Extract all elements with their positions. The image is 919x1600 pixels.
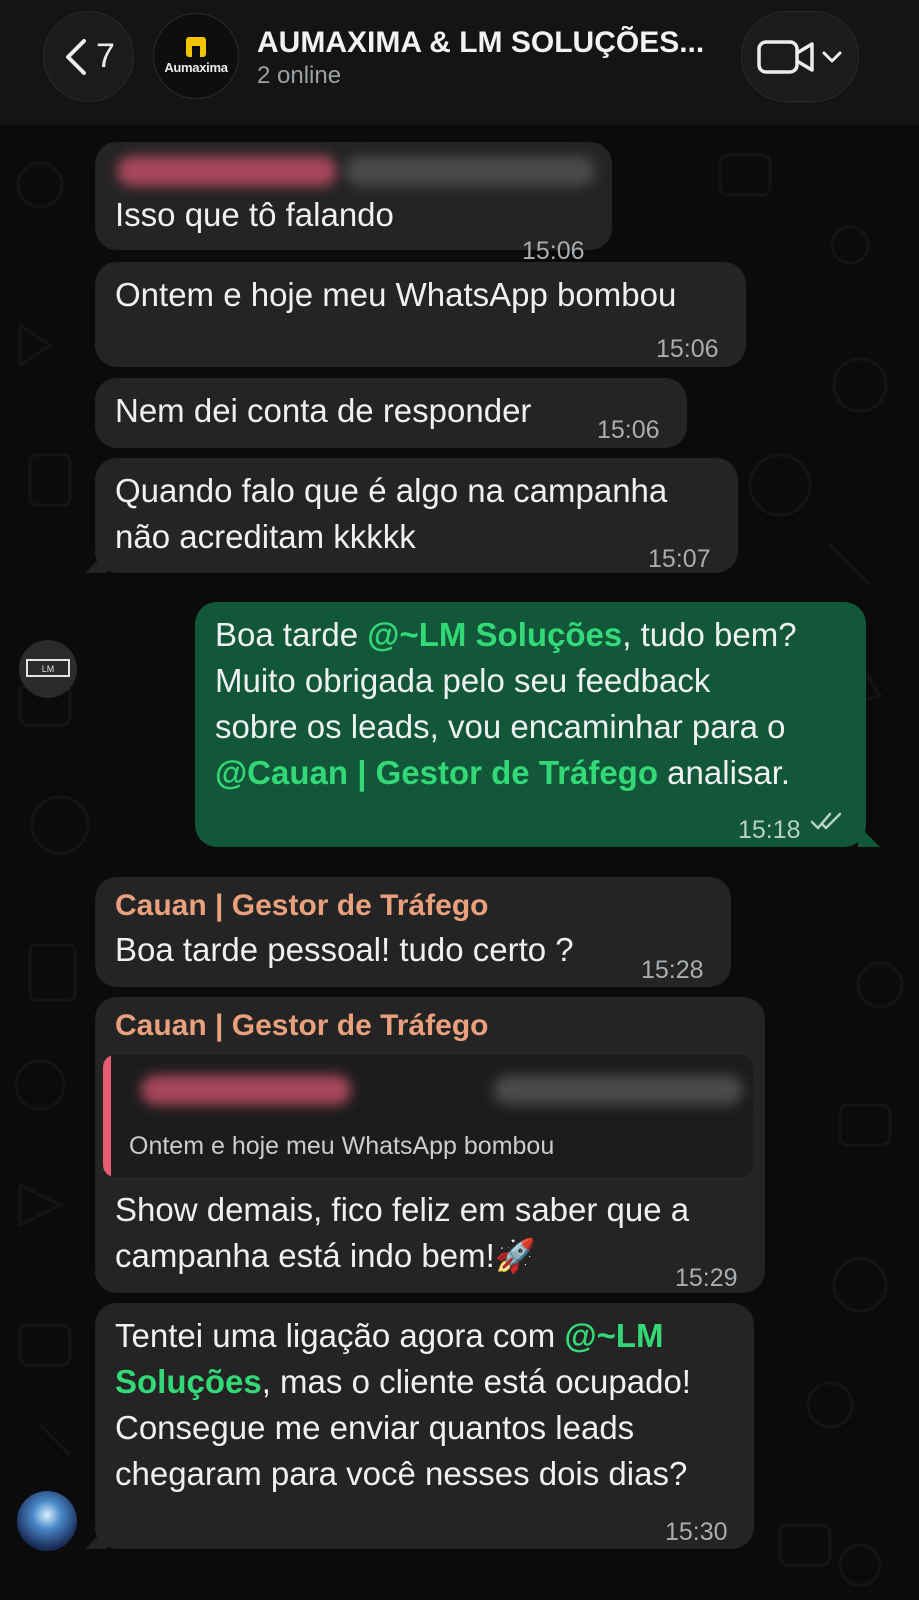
- lm-logo-icon: LM: [26, 659, 70, 677]
- quoted-text: Ontem e hoje meu WhatsApp bombou: [129, 1132, 555, 1160]
- message-time: 15:18: [738, 816, 801, 844]
- chat-title[interactable]: AUMAXIMA & LM SOLUÇÕES...: [257, 26, 717, 60]
- message-text-line: Tentei uma ligação agora com @~LM: [115, 1317, 664, 1354]
- chat-header: 7 Aumaxima AUMAXIMA & LM SOLUÇÕES... 2 o…: [0, 0, 919, 125]
- message-bubble-incoming[interactable]: Nem dei conta de responder 15:06: [95, 378, 687, 448]
- blurred-quoted-sender: [141, 1075, 351, 1105]
- unread-count: 7: [96, 37, 115, 75]
- message-time: 15:06: [597, 416, 660, 444]
- message-bubble-incoming[interactable]: Tentei uma ligação agora com @~LM Soluçõ…: [95, 1303, 754, 1549]
- mention-cauan[interactable]: @Cauan | Gestor de Tráfego: [215, 754, 658, 791]
- message-text: Ontem e hoje meu WhatsApp bombou: [115, 276, 677, 313]
- message-text: Boa tarde pessoal! tudo certo ?: [115, 931, 574, 968]
- mention-lm-solucoes[interactable]: @~LM Soluções: [367, 616, 622, 653]
- mention-lm-solucoes[interactable]: @~LM: [564, 1317, 663, 1354]
- svg-text:LM: LM: [42, 664, 55, 674]
- message-text-line: campanha está indo bem!🚀: [115, 1237, 536, 1274]
- aumaxima-logo-icon: [186, 37, 206, 57]
- double-check-read-icon: [810, 812, 842, 830]
- group-avatar[interactable]: Aumaxima: [153, 13, 239, 99]
- group-logo-text: Aumaxima: [164, 60, 228, 75]
- message-bubble-incoming[interactable]: Ontem e hoje meu WhatsApp bombou 15:06: [95, 262, 746, 367]
- chevron-down-icon: [822, 51, 842, 62]
- message-bubble-incoming[interactable]: Cauan | Gestor de Tráfego Boa tarde pess…: [95, 877, 731, 987]
- back-button[interactable]: 7: [43, 11, 134, 102]
- video-call-button[interactable]: [741, 11, 859, 102]
- message-text-line: Soluções, mas o cliente está ocupado!: [115, 1363, 691, 1400]
- message-time: 15:29: [675, 1264, 738, 1292]
- message-bubble-incoming[interactable]: Quando falo que é algo na campanha não a…: [95, 458, 738, 573]
- message-text-line: sobre os leads, vou encaminhar para o: [215, 708, 786, 745]
- blurred-sender-phone: [345, 156, 595, 186]
- message-time: 15:28: [641, 956, 704, 984]
- blurred-sender-name: [117, 156, 337, 186]
- message-text: Nem dei conta de responder: [115, 392, 532, 429]
- message-text-line: Muito obrigada pelo seu feedback: [215, 662, 711, 699]
- message-bubble-incoming[interactable]: Isso que tô falando 15:06: [95, 142, 612, 265]
- message-text-line: Boa tarde @~LM Soluções, tudo bem?: [215, 616, 797, 653]
- message-text-line: chegaram para você nesses dois dias?: [115, 1455, 688, 1492]
- message-time: 15:06: [656, 335, 719, 363]
- message-text: Isso que tô falando: [115, 196, 394, 233]
- quote-accent-bar: [103, 1055, 111, 1177]
- sender-avatar-photo[interactable]: [17, 1491, 77, 1551]
- message-time: 15:07: [648, 545, 711, 573]
- blurred-quoted-phone: [493, 1075, 743, 1105]
- message-bubble-incoming[interactable]: Cauan | Gestor de Tráfego Ontem e hoje m…: [95, 997, 765, 1293]
- message-text-line: Show demais, fico feliz em saber que a: [115, 1191, 690, 1228]
- message-time: 15:30: [665, 1518, 728, 1546]
- chevron-left-icon: [66, 38, 87, 75]
- mention-lm-solucoes-cont[interactable]: Soluções: [115, 1363, 262, 1400]
- chat-subtitle: 2 online: [257, 62, 342, 89]
- sender-name[interactable]: Cauan | Gestor de Tráfego: [115, 883, 488, 929]
- video-camera-icon: [757, 39, 814, 74]
- message-text-line: Quando falo que é algo na campanha: [115, 472, 668, 509]
- sender-name[interactable]: Cauan | Gestor de Tráfego: [115, 1003, 488, 1049]
- message-text-line: Consegue me enviar quantos leads: [115, 1409, 635, 1446]
- message-bubble-outgoing[interactable]: Boa tarde @~LM Soluções, tudo bem? Muito…: [195, 602, 866, 847]
- quoted-message[interactable]: Ontem e hoje meu WhatsApp bombou: [103, 1055, 753, 1177]
- message-text-line: não acreditam kkkkk: [115, 518, 416, 555]
- sender-avatar-lm[interactable]: LM: [19, 640, 77, 698]
- message-list[interactable]: Isso que tô falando 15:06 Ontem e hoje m…: [0, 125, 919, 1600]
- message-text-line: @Cauan | Gestor de Tráfego analisar.: [215, 754, 791, 791]
